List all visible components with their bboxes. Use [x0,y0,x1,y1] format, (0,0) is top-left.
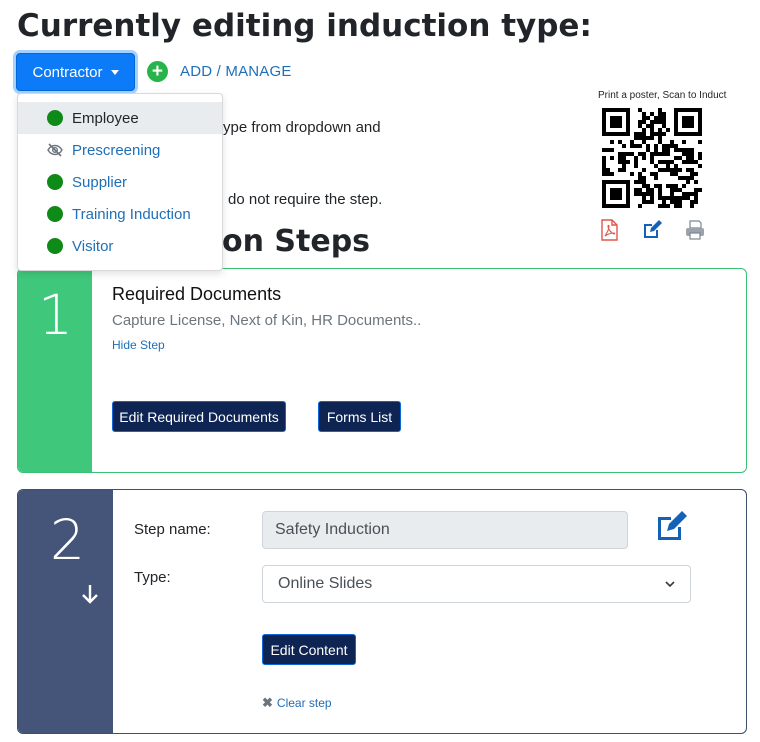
forms-list-button[interactable]: Forms List [318,401,401,432]
induction-type-dropdown-button[interactable]: Contractor [16,53,135,91]
step-card-1: 1 Required Documents Capture License, Ne… [17,268,747,473]
status-dot-icon [47,206,63,222]
eye-slash-icon [47,143,63,157]
step-name-label: Step name: [134,521,211,538]
print-icon[interactable] [684,219,706,241]
page-title: Currently editing induction type: [17,8,592,44]
dropdown-item-label: Prescreening [72,141,161,159]
step-type-value: Online Slides [278,575,373,592]
step-number: 2 [50,508,85,572]
clear-step-link[interactable]: ✖ Clear step [262,695,332,711]
dropdown-item-visitor[interactable]: Visitor [18,230,222,262]
add-manage-link[interactable]: + ADD / MANAGE [147,61,292,82]
step-title: Required Documents [112,284,282,304]
edit-required-documents-button[interactable]: Edit Required Documents [112,401,286,432]
step-card-2: 2 Step name: Type: Online Slides Edit Co… [17,489,747,734]
close-icon: ✖ [262,695,273,710]
move-down-arrow-icon[interactable] [80,582,100,606]
step-number: 1 [38,283,73,347]
status-dot-icon [47,110,63,126]
qr-caption: Print a poster, Scan to Induct [598,90,727,101]
dropdown-item-label: Training Induction [72,205,191,223]
edit-icon[interactable] [641,219,663,241]
hide-step-link[interactable]: Hide Step [112,338,165,352]
step-name-field[interactable] [262,511,628,549]
caret-down-icon [110,69,119,75]
qr-code-image [602,108,702,208]
chevron-down-icon [665,580,675,587]
step-description: Capture License, Next of Kin, HR Documen… [112,312,422,329]
dropdown-item-label: Visitor [72,237,114,255]
status-dot-icon [47,174,63,190]
pdf-icon[interactable] [598,219,620,241]
status-dot-icon [47,238,63,254]
instruction-text-line1: ype from dropdown and [223,119,381,136]
dropdown-item-supplier[interactable]: Supplier [18,166,222,198]
dropdown-item-training-induction[interactable]: Training Induction [18,198,222,230]
dropdown-item-prescreening[interactable]: Prescreening [18,134,222,166]
step-type-select[interactable]: Online Slides [262,565,691,603]
induction-type-dropdown-menu: Employee Prescreening Supplier Training … [17,93,223,271]
add-manage-label: ADD / MANAGE [180,63,292,80]
edit-content-button[interactable]: Edit Content [262,634,356,665]
section-heading: on Steps [222,224,371,259]
selected-type-label: Contractor [32,63,103,81]
type-label: Type: [134,569,171,586]
instruction-text-line2: do not require the step. [228,191,383,208]
plus-circle-icon: + [147,61,168,82]
dropdown-item-label: Supplier [72,173,128,191]
clear-step-label: Clear step [276,696,332,710]
dropdown-item-label: Employee [72,109,139,127]
dropdown-item-employee[interactable]: Employee [18,102,222,134]
edit-step-name-icon[interactable] [655,509,689,543]
